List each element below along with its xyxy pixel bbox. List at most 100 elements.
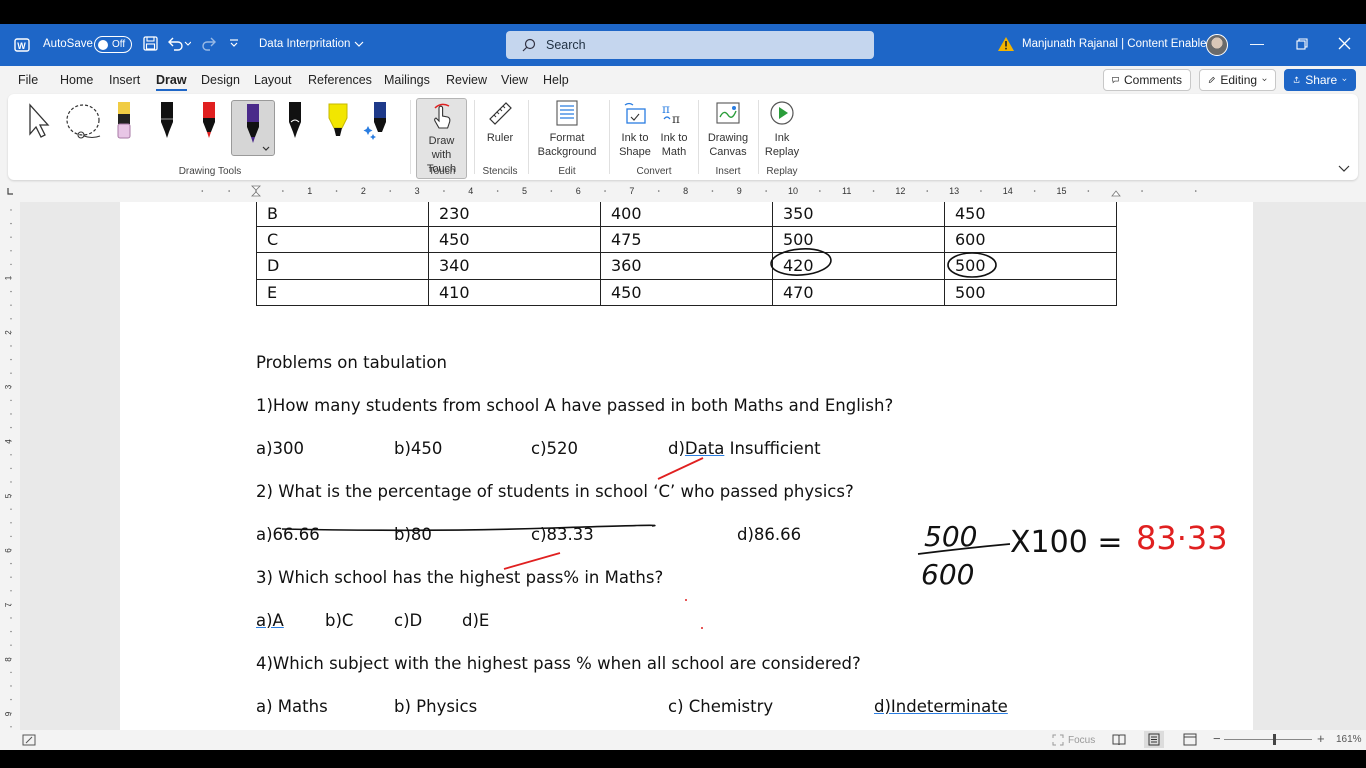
print-layout-icon[interactable]	[1144, 731, 1164, 748]
word-app-icon[interactable]: W	[14, 37, 30, 53]
zoom-out-button[interactable]: −	[1213, 731, 1221, 746]
table-cell[interactable]: 450	[600, 278, 773, 306]
question-3: 3) Which school has the highest pass% in…	[256, 568, 664, 587]
ink-to-shape-button[interactable]: Ink to Shape	[616, 98, 654, 159]
table-cell[interactable]: 400	[600, 202, 773, 227]
table-cell[interactable]: 600	[944, 225, 1117, 253]
search-placeholder: Search	[546, 38, 586, 52]
ruler-button[interactable]: Ruler	[480, 98, 520, 145]
document-title[interactable]: Data Interpritation	[259, 38, 364, 50]
close-icon[interactable]	[1338, 37, 1351, 50]
table-cell[interactable]: 350	[772, 202, 945, 227]
autosave-label: AutoSave	[43, 38, 93, 50]
undo-icon[interactable]	[167, 36, 191, 51]
tab-help[interactable]: Help	[543, 73, 569, 87]
table-cell[interactable]: 500	[944, 252, 1117, 280]
ruler-label: Ruler	[486, 132, 514, 144]
pen-red-icon[interactable]	[191, 100, 227, 144]
lasso-select-icon[interactable]	[64, 100, 104, 144]
pen-black-icon[interactable]	[149, 100, 185, 144]
vruler-tick	[10, 209, 12, 211]
table-cell[interactable]: B	[256, 202, 429, 227]
horizontal-ruler[interactable]: 1 2 3 4 5 6 7 8 9 10 11 12 13 14 15	[0, 184, 1366, 198]
document-page[interactable]: B 230 400 350 450 C 450 475 500 600 D 340 360 420 500 E…	[120, 202, 1253, 730]
table-cell[interactable]: 230	[428, 202, 601, 227]
autosave-toggle[interactable]: Off	[94, 36, 132, 53]
read-mode-icon[interactable]	[1112, 733, 1126, 749]
table-row: C 450 475 500 600	[256, 225, 1117, 253]
ruler-tick	[282, 190, 284, 192]
comments-button[interactable]: Comments	[1103, 69, 1191, 91]
ruler-tick	[443, 190, 445, 192]
redo-icon[interactable]	[201, 36, 217, 51]
table-cell[interactable]: C	[256, 225, 429, 253]
avatar[interactable]	[1206, 34, 1228, 56]
tab-insert[interactable]: Insert	[109, 73, 140, 87]
highlighter-yellow-icon[interactable]	[320, 100, 356, 144]
table-cell[interactable]: 410	[428, 278, 601, 306]
zoom-in-button[interactable]: +	[1317, 731, 1325, 746]
table-cell[interactable]: D	[256, 252, 429, 280]
web-layout-icon[interactable]	[1183, 733, 1197, 749]
minimize-icon[interactable]: —	[1250, 35, 1270, 51]
vertical-ruler[interactable]: 12345678910	[0, 202, 18, 730]
vruler-tick	[10, 304, 12, 306]
table-cell[interactable]: 450	[944, 202, 1117, 227]
tab-references[interactable]: References	[308, 73, 372, 87]
editing-button[interactable]: Editing	[1199, 69, 1276, 91]
q2-option-b: b)80	[394, 525, 432, 544]
ink-strike-d	[657, 457, 704, 480]
table-cell[interactable]: 500	[944, 278, 1117, 306]
zoom-slider-thumb[interactable]	[1273, 734, 1276, 745]
restore-icon[interactable]	[1296, 38, 1308, 50]
table-cell[interactable]: 500	[772, 225, 945, 253]
vruler-number: 8	[4, 657, 13, 662]
vruler-tick	[10, 290, 12, 293]
tab-home[interactable]: Home	[60, 73, 93, 87]
vruler-tick	[10, 726, 12, 728]
ink-result: 83·33	[1136, 519, 1228, 557]
table-cell[interactable]: 360	[600, 252, 773, 280]
question-4: 4)Which subject with the highest pass % …	[256, 654, 861, 673]
tab-layout[interactable]: Layout	[254, 73, 292, 87]
accessibility-icon[interactable]	[22, 734, 36, 749]
ink-multiplier: X100 =	[1010, 525, 1123, 560]
ruler-tick	[926, 190, 929, 192]
pen-black-galaxy-icon[interactable]	[277, 100, 313, 144]
tab-design[interactable]: Design	[201, 73, 240, 87]
zoom-level[interactable]: 161%	[1336, 734, 1362, 745]
drawing-canvas-icon	[713, 98, 743, 128]
select-objects-icon[interactable]	[20, 100, 56, 144]
table-cell[interactable]: E	[256, 278, 429, 306]
drawing-canvas-button[interactable]: Drawing Canvas	[702, 98, 754, 159]
tab-review[interactable]: Review	[446, 73, 487, 87]
table-cell[interactable]: 475	[600, 225, 773, 253]
warning-icon[interactable]	[997, 36, 1015, 52]
pen-pink-icon[interactable]	[106, 100, 142, 144]
tab-mailings[interactable]: Mailings	[384, 73, 430, 87]
ink-dot	[685, 599, 687, 601]
table-cell[interactable]: 340	[428, 252, 601, 280]
save-icon[interactable]	[143, 36, 158, 51]
document-area[interactable]: B 230 400 350 450 C 450 475 500 600 D 340 360 420 500 E…	[20, 202, 1366, 730]
table-cell[interactable]: 450	[428, 225, 601, 253]
user-name[interactable]: Manjunath Rajanal | Content Enablers	[1022, 38, 1216, 50]
tab-view[interactable]: View	[501, 73, 528, 87]
format-background-button[interactable]: Format Background	[532, 98, 602, 159]
table-cell[interactable]: 470	[772, 278, 945, 306]
ink-to-math-button[interactable]: ππ Ink to Math	[656, 98, 692, 159]
pen-purple-icon[interactable]	[231, 100, 275, 156]
table-cell[interactable]: 420	[772, 252, 945, 280]
zoom-slider[interactable]	[1224, 734, 1312, 745]
q1-option-d-prefix: d)	[668, 439, 685, 458]
tab-draw[interactable]: Draw	[156, 73, 187, 91]
ink-strike-c	[503, 552, 561, 570]
pen-blue-sparkle-icon[interactable]	[360, 100, 396, 144]
collapse-ribbon-icon[interactable]	[1338, 160, 1350, 178]
ink-replay-button[interactable]: Ink Replay	[762, 98, 802, 159]
focus-button[interactable]: Focus	[1052, 734, 1095, 746]
tab-file[interactable]: File	[18, 73, 38, 87]
customize-toolbar-icon[interactable]	[229, 37, 239, 49]
share-button[interactable]: Share	[1284, 69, 1356, 91]
search-input[interactable]: Search	[506, 31, 874, 59]
